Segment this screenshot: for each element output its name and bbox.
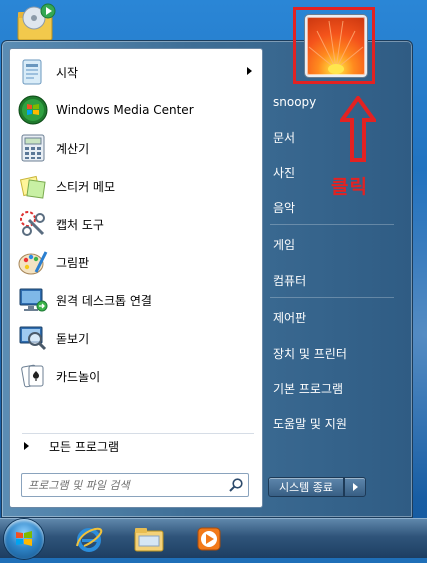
right-item-label: 기본 프로그램 xyxy=(273,381,344,396)
right-item-computer[interactable]: 컴퓨터 xyxy=(268,268,398,292)
program-label: 원격 데스크톱 연결 xyxy=(56,293,152,308)
program-label: Windows Media Center xyxy=(56,103,194,117)
program-remote-desktop[interactable]: 원격 데스크톱 연결 xyxy=(14,282,258,318)
remote-desktop-icon xyxy=(17,284,49,316)
desktop-shortcut-icon[interactable] xyxy=(12,2,58,42)
program-label: 계산기 xyxy=(56,141,90,156)
right-item-label: 문서 xyxy=(273,130,296,145)
right-item-label: 도움말 및 지원 xyxy=(273,416,347,431)
startup-folder-icon xyxy=(17,56,49,88)
right-item-label: 컴퓨터 xyxy=(273,273,307,288)
shutdown-options-button[interactable] xyxy=(344,477,366,497)
right-item-label: 장치 및 프린터 xyxy=(273,346,347,361)
right-item-label: 제어판 xyxy=(273,310,307,325)
program-label: 캡처 도구 xyxy=(56,217,104,232)
right-item-help-support[interactable]: 도움말 및 지원 xyxy=(268,411,398,435)
windows-explorer-icon xyxy=(134,527,164,551)
program-snipping-tool[interactable]: 캡처 도구 xyxy=(14,206,258,242)
annotation-label: 클릭 xyxy=(331,176,368,198)
program-magnifier[interactable]: 돋보기 xyxy=(14,320,258,356)
annotation-up-arrow-icon xyxy=(340,96,376,162)
paint-icon xyxy=(17,246,49,278)
program-label: 그림판 xyxy=(56,255,90,270)
program-windows-media-center[interactable]: Windows Media Center xyxy=(14,92,258,128)
magnifier-icon xyxy=(17,322,49,354)
program-paint[interactable]: 그림판 xyxy=(14,244,258,280)
search-box xyxy=(21,473,249,497)
right-item-label: 게임 xyxy=(273,237,296,252)
shutdown-button[interactable]: 시스템 종료 xyxy=(268,477,344,497)
right-item-label: 사진 xyxy=(273,165,296,180)
taskbar-media-player[interactable] xyxy=(188,522,230,555)
right-item-documents[interactable]: 문서 xyxy=(268,125,398,149)
program-label: 카드놀이 xyxy=(56,369,101,384)
start-button[interactable] xyxy=(4,519,44,559)
all-programs-button[interactable]: 모든 프로그램 xyxy=(14,434,258,458)
program-sticky-notes[interactable]: 스티커 메모 xyxy=(14,168,258,204)
right-separator xyxy=(270,224,394,225)
taskbar-windows-explorer[interactable] xyxy=(128,522,170,555)
windows-media-center-icon xyxy=(17,94,49,126)
sticky-notes-icon xyxy=(17,170,49,202)
taskbar-internet-explorer[interactable] xyxy=(68,522,110,555)
snipping-tool-icon xyxy=(17,208,49,240)
solitaire-icon xyxy=(17,360,49,392)
program-calculator[interactable]: 계산기 xyxy=(14,130,258,166)
right-item-default-programs[interactable]: 기본 프로그램 xyxy=(268,376,398,400)
program-solitaire[interactable]: 카드놀이 xyxy=(14,358,258,394)
right-item-devices-printers[interactable]: 장치 및 프린터 xyxy=(268,341,398,365)
media-player-icon xyxy=(197,527,221,550)
annotation-highlight-box xyxy=(293,7,375,84)
search-icon[interactable] xyxy=(228,477,244,493)
right-item-label: 음악 xyxy=(273,200,296,215)
windows-logo-icon xyxy=(16,531,32,546)
taskbar xyxy=(0,518,427,559)
right-item-label: snoopy xyxy=(273,95,317,109)
right-item-control-panel[interactable]: 제어판 xyxy=(268,305,398,329)
all-programs-label: 모든 프로그램 xyxy=(49,439,120,454)
submenu-arrow-icon xyxy=(247,67,252,75)
program-startup[interactable]: 시작 xyxy=(14,54,258,90)
right-separator xyxy=(270,297,394,298)
right-item-user[interactable]: snoopy xyxy=(268,90,398,114)
program-label: 돋보기 xyxy=(56,331,90,346)
calculator-icon xyxy=(17,132,49,164)
search-input[interactable] xyxy=(28,476,218,494)
program-label: 시작 xyxy=(56,65,79,80)
internet-explorer-icon xyxy=(76,527,103,552)
expand-arrow-icon xyxy=(24,442,29,450)
programs-pane: 시작 Windows Media Center 계산기 스티커 메모 캡처 도구… xyxy=(9,48,263,508)
program-label: 스티커 메모 xyxy=(56,179,116,194)
right-item-games[interactable]: 게임 xyxy=(268,232,398,256)
